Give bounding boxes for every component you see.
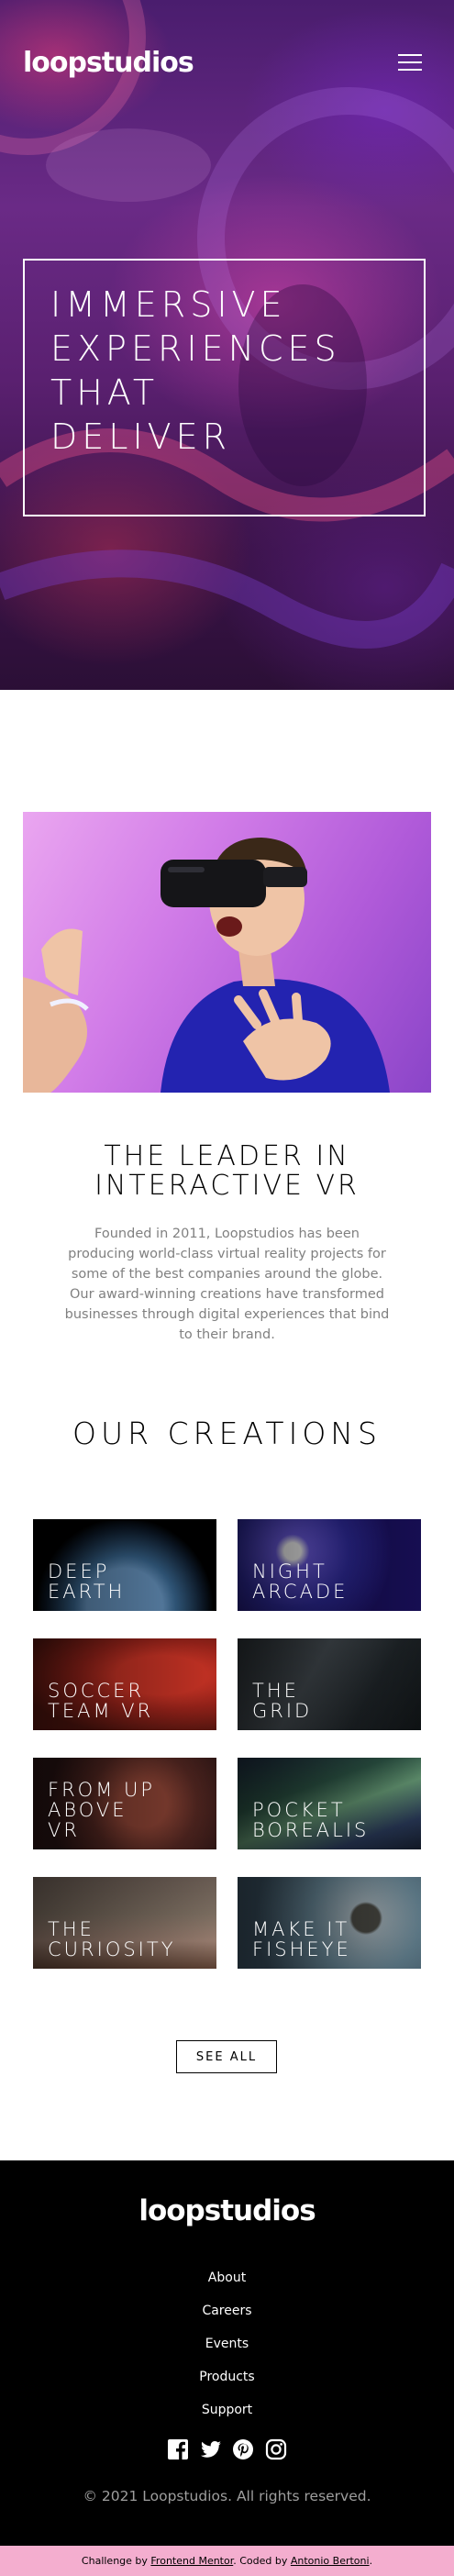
frontend-mentor-link[interactable]: Frontend Mentor (150, 2555, 233, 2567)
footer-nav-support[interactable]: Support (0, 2393, 454, 2426)
footer-nav: About Careers Events Products Support (0, 2261, 454, 2426)
creation-card-label: MAKE IT FISHEYE (252, 1919, 412, 1960)
footer-nav-careers[interactable]: Careers (0, 2294, 454, 2327)
author-link[interactable]: Antonio Bertoni (291, 2555, 370, 2567)
footer-nav-events[interactable]: Events (0, 2327, 454, 2360)
creation-card-make-it-fisheye[interactable]: MAKE IT FISHEYE (238, 1877, 421, 1969)
see-all-button[interactable]: SEE ALL (176, 2040, 277, 2073)
creation-card-from-up-above-vr[interactable]: FROM UP ABOVE VR (33, 1758, 216, 1849)
social-links (167, 2437, 287, 2461)
hero-title-line: IMMERSIVE (50, 284, 287, 325)
footer-nav-products[interactable]: Products (0, 2360, 454, 2393)
header-logo[interactable]: loopstudios (23, 47, 194, 79)
twitter-icon[interactable] (200, 2438, 222, 2460)
creation-label-line: FISHEYE (252, 1938, 351, 1960)
footer-nav-about[interactable]: About (0, 2261, 454, 2294)
hamburger-bar (398, 61, 422, 63)
creations-title: OUR CREATIONS (72, 1416, 382, 1451)
creation-label-line: VR (48, 1819, 80, 1841)
attribution-bar: Challenge by Frontend Mentor. Coded by A… (0, 2546, 454, 2576)
pinterest-icon[interactable] (232, 2438, 254, 2460)
hero-title-line: EXPERIENCES (50, 328, 341, 369)
intro-vr-image (23, 812, 431, 1093)
hero-section: loopstudios IMMERSIVE EXPERIENCES THAT D… (0, 0, 454, 690)
creation-label-line: EARTH (48, 1581, 126, 1603)
creation-label-line: ARCADE (252, 1581, 349, 1603)
creation-card-label: NIGHT ARCADE (252, 1561, 412, 1602)
creation-card-label: POCKET BOREALIS (252, 1800, 412, 1840)
creation-label-line: DEEP (48, 1560, 110, 1582)
creation-card-label: DEEP EARTH (48, 1561, 207, 1602)
intro-title-line: INTERACTIVE VR (94, 1170, 360, 1202)
creation-label-line: NIGHT (252, 1560, 327, 1582)
hero-title-box: IMMERSIVE EXPERIENCES THAT DELIVER (23, 259, 426, 516)
creation-label-line: SOCCER (48, 1680, 145, 1702)
intro-paragraph: Founded in 2011, Loopstudios has been pr… (64, 1227, 390, 1342)
hero-title-line: DELIVER (50, 416, 232, 457)
creation-label-line: GRID (252, 1700, 313, 1722)
creation-label-line: THE (252, 1680, 299, 1702)
intro-title-line: THE LEADER IN (104, 1140, 350, 1172)
attribution-prefix: Challenge by (81, 2555, 148, 2567)
creation-label-line: BOREALIS (252, 1819, 370, 1841)
site-header: loopstudios (23, 44, 431, 81)
creation-label-line: POCKET (252, 1799, 346, 1821)
creation-label-line: MAKE IT (252, 1918, 350, 1940)
footer-logo[interactable]: loopstudios (0, 2194, 454, 2227)
creation-label-line: TEAM VR (48, 1700, 154, 1722)
hero-title: IMMERSIVE EXPERIENCES THAT DELIVER (50, 283, 398, 459)
creation-card-soccer-team-vr[interactable]: SOCCER TEAM VR (33, 1638, 216, 1730)
vr-person-illustration (23, 838, 390, 1093)
creation-card-label: THE CURIOSITY (48, 1919, 207, 1960)
hamburger-bar (398, 54, 422, 56)
hamburger-bar (398, 69, 422, 71)
creation-label-line: CURIOSITY (48, 1938, 176, 1960)
creation-label-line: ABOVE (48, 1799, 127, 1821)
creation-label-line: FROM UP (48, 1779, 156, 1801)
creation-card-pocket-borealis[interactable]: POCKET BOREALIS (238, 1758, 421, 1849)
creation-card-the-curiosity[interactable]: THE CURIOSITY (33, 1877, 216, 1969)
creation-card-label: SOCCER TEAM VR (48, 1681, 207, 1721)
hamburger-menu-icon[interactable] (398, 54, 422, 71)
attribution-suffix: . (369, 2555, 373, 2567)
facebook-icon[interactable] (167, 2438, 189, 2460)
creation-card-deep-earth[interactable]: DEEP EARTH (33, 1519, 216, 1611)
instagram-icon[interactable] (265, 2438, 287, 2460)
creation-label-line: THE (48, 1918, 94, 1940)
copyright-text: © 2021 Loopstudios. All rights reserved. (83, 2488, 371, 2504)
intro-title: THE LEADER IN INTERACTIVE VR (0, 1142, 454, 1201)
attribution-middle: . Coded by (233, 2555, 288, 2567)
creation-card-the-grid[interactable]: THE GRID (238, 1638, 421, 1730)
creation-card-night-arcade[interactable]: NIGHT ARCADE (238, 1519, 421, 1611)
hero-title-line: THAT (50, 372, 160, 413)
site-footer: loopstudios About Careers Events Product… (0, 2160, 454, 2546)
creation-card-label: FROM UP ABOVE VR (48, 1780, 207, 1840)
creation-card-label: THE GRID (252, 1681, 412, 1721)
